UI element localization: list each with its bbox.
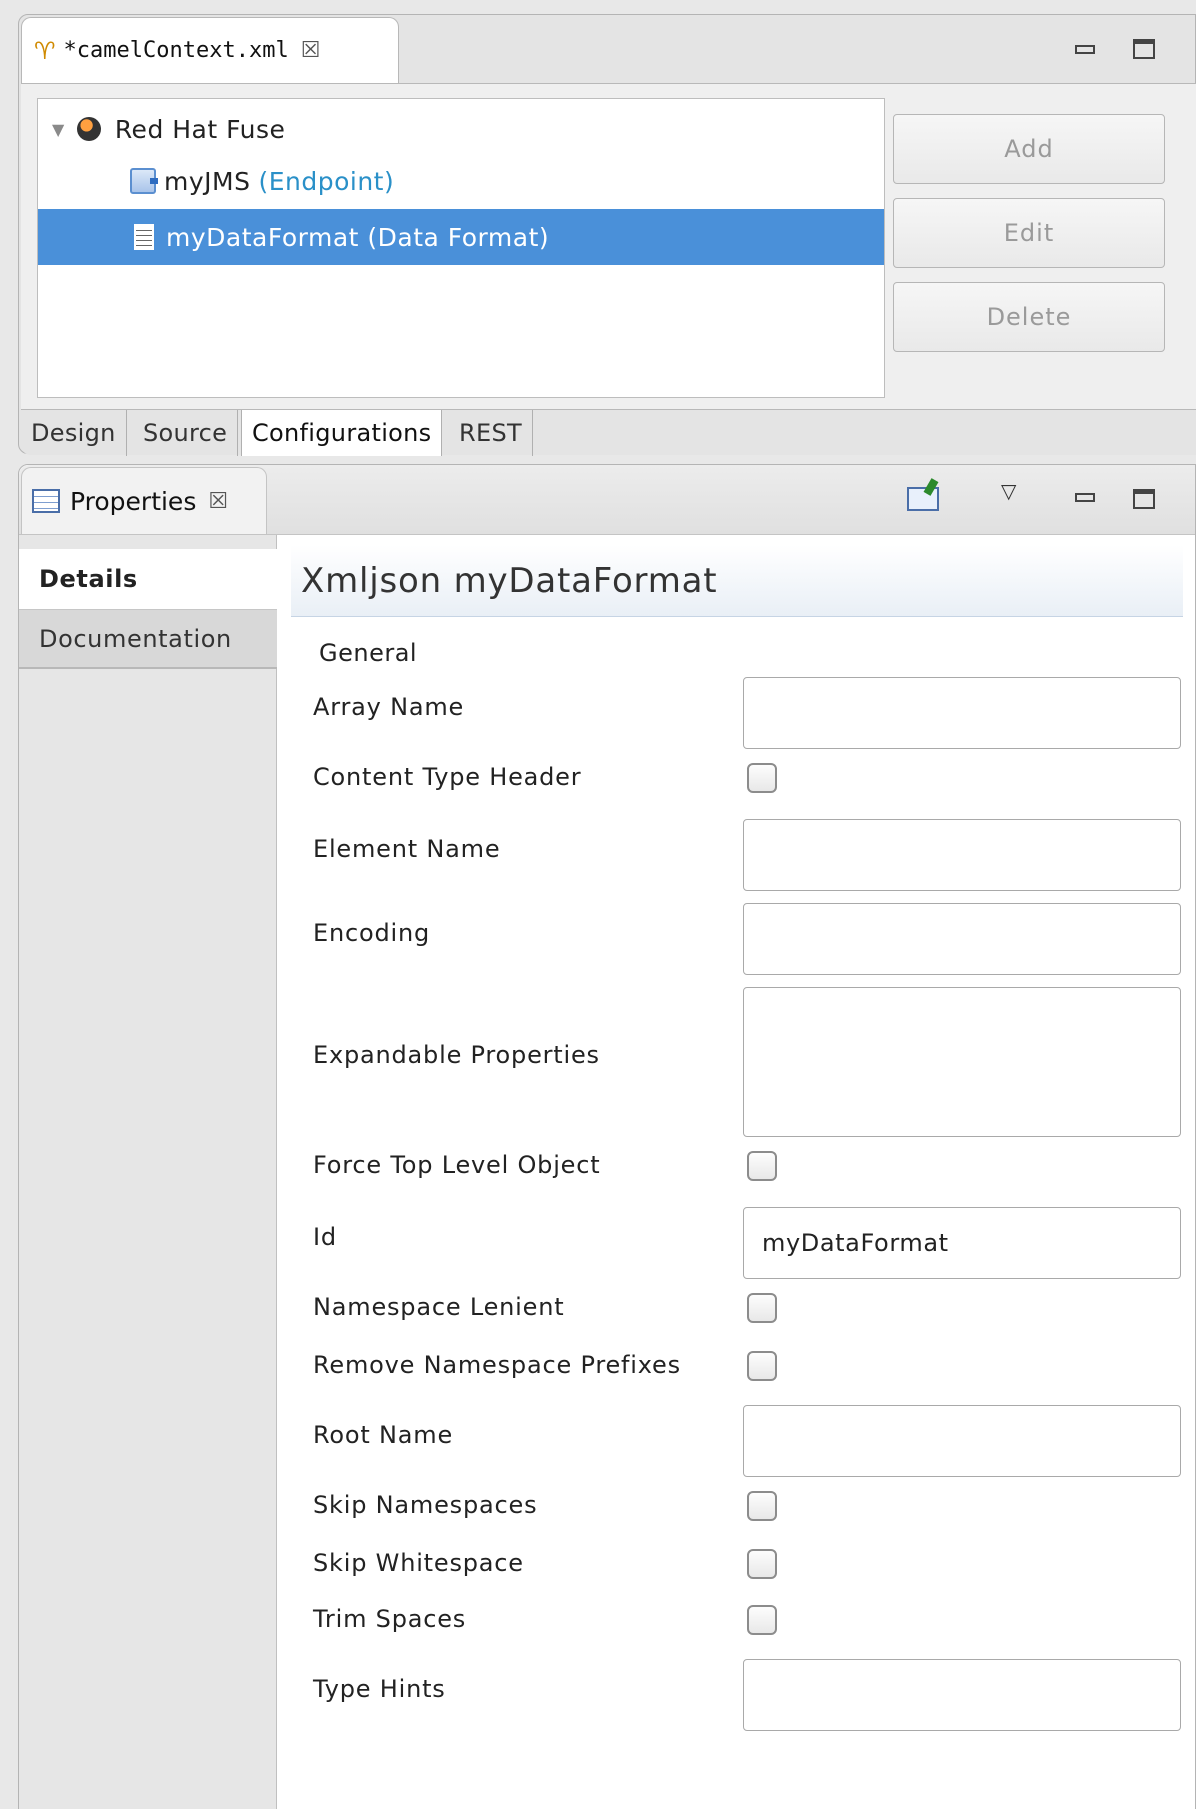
properties-icon [32, 489, 60, 513]
tree-item-name: myJMS [164, 166, 251, 196]
tab-source[interactable]: Source [133, 410, 239, 456]
encoding-field[interactable] [743, 903, 1181, 975]
tree-root-red-hat-fuse[interactable]: ▼ Red Hat Fuse [38, 101, 884, 157]
editor-panel: ♈ *camelContext.xml ☒ ▼ Red Hat Fuse myJ… [18, 14, 1196, 456]
editor-bottom-tabs: Design Source Configurations REST [21, 409, 1196, 456]
trim-spaces-checkbox[interactable] [747, 1605, 777, 1635]
delete-button[interactable]: Delete [893, 282, 1165, 352]
properties-sidebar: Details Documentation [19, 535, 277, 1809]
tab-documentation[interactable]: Documentation [19, 609, 277, 669]
properties-tab[interactable]: Properties ☒ [21, 467, 267, 534]
remove-namespace-prefixes-checkbox[interactable] [747, 1351, 777, 1381]
element-name-field[interactable] [743, 819, 1181, 891]
configurations-tree: ▼ Red Hat Fuse myJMS (Endpoint) myDataFo… [37, 98, 885, 398]
namespace-lenient-label: Namespace Lenient [313, 1293, 565, 1321]
properties-tab-label: Properties [70, 486, 197, 516]
array-name-field[interactable] [743, 677, 1181, 749]
tab-details[interactable]: Details [19, 549, 277, 609]
namespace-lenient-checkbox[interactable] [747, 1293, 777, 1323]
page-title: Xmljson myDataFormat [291, 545, 1183, 617]
root-name-field[interactable] [743, 1405, 1181, 1477]
id-label: Id [313, 1223, 337, 1251]
tab-rest[interactable]: REST [449, 410, 533, 456]
expandable-properties-label: Expandable Properties [313, 1041, 600, 1069]
root-name-label: Root Name [313, 1421, 454, 1449]
section-general-label: General [319, 639, 418, 667]
tree-item-name: myDataFormat (Data Format) [166, 222, 550, 252]
expandable-properties-field[interactable] [743, 987, 1181, 1137]
maximize-icon[interactable] [1133, 39, 1155, 65]
tree-item-kind: (Endpoint) [258, 166, 395, 196]
minimize-icon[interactable] [1075, 35, 1095, 60]
skip-whitespace-label: Skip Whitespace [313, 1549, 524, 1577]
view-menu-icon[interactable]: ▽ [1001, 479, 1016, 503]
minimize-icon[interactable] [1075, 483, 1095, 508]
editor-body: ▼ Red Hat Fuse myJMS (Endpoint) myDataFo… [21, 83, 1196, 409]
skip-namespaces-label: Skip Namespaces [313, 1491, 538, 1519]
array-name-label: Array Name [313, 693, 465, 721]
endpoint-icon [130, 168, 158, 194]
camel-icon: ♈ [34, 36, 56, 65]
editor-tab-label: *camelContext.xml [63, 38, 289, 63]
edit-button[interactable]: Edit [893, 198, 1165, 268]
expand-caret-icon[interactable]: ▼ [52, 120, 65, 139]
id-field[interactable] [743, 1207, 1181, 1279]
element-name-label: Element Name [313, 835, 501, 863]
pin-to-selection-icon[interactable] [907, 487, 939, 511]
skip-whitespace-checkbox[interactable] [747, 1549, 777, 1579]
add-button[interactable]: Add [893, 114, 1165, 184]
content-type-header-checkbox[interactable] [747, 763, 777, 793]
type-hints-label: Type Hints [313, 1675, 446, 1703]
encoding-label: Encoding [313, 919, 431, 947]
tree-item-myjms[interactable]: myJMS (Endpoint) [38, 153, 884, 209]
editor-tab-camel-context[interactable]: ♈ *camelContext.xml ☒ [21, 17, 399, 83]
tree-item-mydataformat[interactable]: myDataFormat (Data Format) [38, 209, 884, 265]
remove-namespace-prefixes-label: Remove Namespace Prefixes [313, 1351, 681, 1379]
content-type-header-label: Content Type Header [313, 763, 582, 791]
properties-content: Xmljson myDataFormat General Array Name … [277, 535, 1195, 1809]
maximize-icon[interactable] [1133, 489, 1155, 515]
force-top-level-object-checkbox[interactable] [747, 1151, 777, 1181]
properties-header: Properties ☒ ▽ [19, 465, 1195, 535]
type-hints-field[interactable] [743, 1659, 1181, 1731]
tree-root-label: Red Hat Fuse [114, 114, 286, 144]
fuse-globe-icon [76, 117, 101, 141]
trim-spaces-label: Trim Spaces [313, 1605, 467, 1633]
properties-view: Properties ☒ ▽ Details Documentation Xml… [18, 464, 1196, 1809]
skip-namespaces-checkbox[interactable] [747, 1491, 777, 1521]
tab-design[interactable]: Design [21, 410, 127, 456]
document-icon [134, 224, 154, 250]
force-top-level-object-label: Force Top Level Object [313, 1151, 601, 1179]
tab-configurations[interactable]: Configurations [241, 410, 443, 456]
close-icon[interactable]: ☒ [208, 489, 228, 514]
close-icon[interactable]: ☒ [301, 38, 321, 63]
